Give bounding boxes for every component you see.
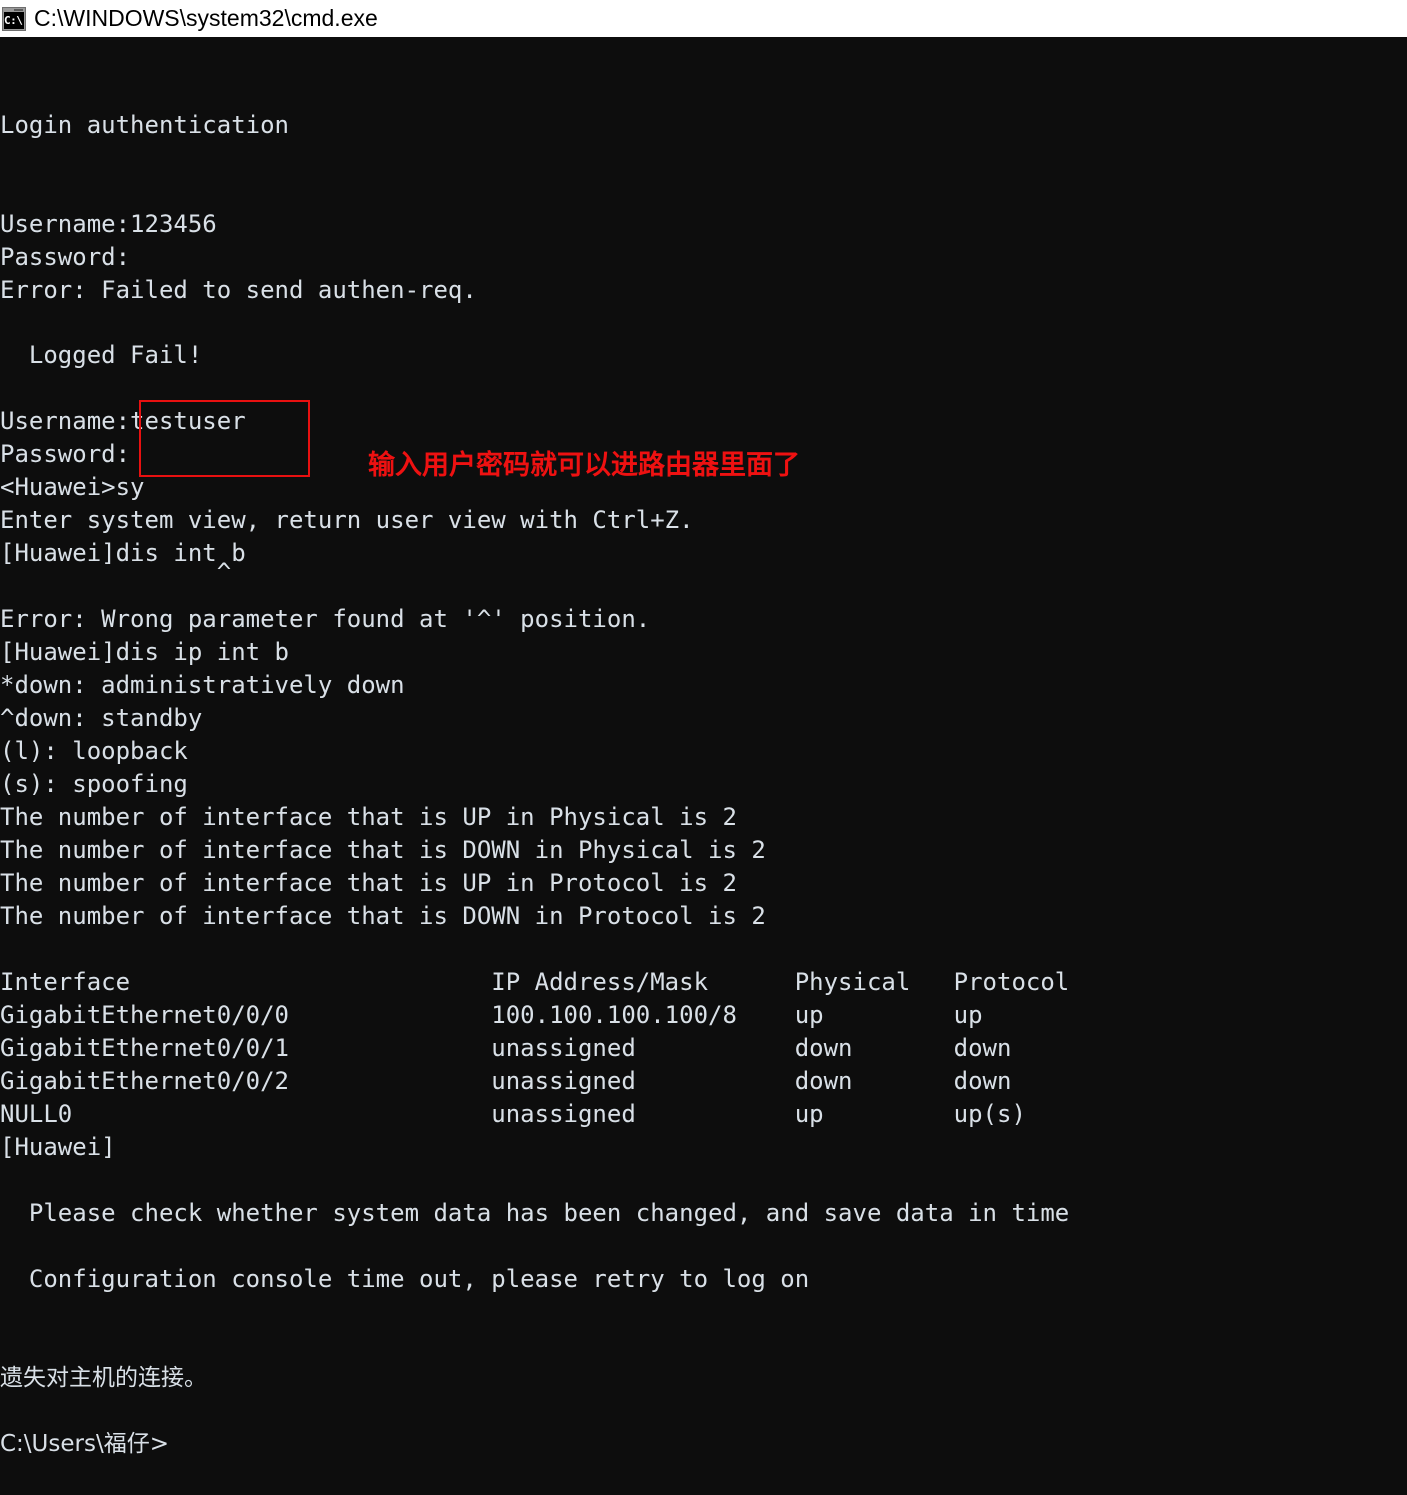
console-line: GigabitEthernet0/0/1 unassigned down dow… (0, 1034, 1012, 1062)
console-line: Password: (0, 243, 131, 271)
window-title: C:\WINDOWS\system32\cmd.exe (34, 5, 378, 31)
console-line: [Huawei] (0, 1133, 116, 1161)
console-line: (s): spoofing (0, 770, 188, 798)
cmd-icon-strip (14, 8, 23, 11)
console-line: Password: (0, 440, 131, 468)
console-line: <Huawei>sy (0, 473, 145, 501)
annotation-note-text: 输入用户密码就可以进路由器里面了 (368, 450, 800, 481)
console-line: NULL0 unassigned up up(s) (0, 1100, 1026, 1128)
console-line: Interface IP Address/Mask Physical Proto… (0, 968, 1070, 996)
console-line: ^ (0, 558, 232, 586)
console-line: The number of interface that is DOWN in … (0, 902, 766, 930)
cmd-icon[interactable]: C:\. (2, 6, 26, 31)
console-line: Username:123456 (0, 210, 217, 238)
console-line: 遗失对主机的连接。 (0, 1365, 207, 1391)
console-line: The number of interface that is UP in Pr… (0, 869, 737, 897)
console-line: The number of interface that is DOWN in … (0, 836, 766, 864)
console-line: Please check whether system data has bee… (0, 1199, 1070, 1227)
window-titlebar[interactable]: C:\. C:\WINDOWS\system32\cmd.exe (0, 0, 1407, 37)
console-line: Error: Failed to send authen-req. (0, 276, 477, 304)
console-line: GigabitEthernet0/0/0 100.100.100.100/8 u… (0, 1001, 983, 1029)
console-line: (l): loopback (0, 737, 188, 765)
console-line: Configuration console time out, please r… (0, 1265, 810, 1293)
console-line: Enter system view, return user view with… (0, 506, 694, 534)
console-line: Login authentication (0, 111, 289, 139)
console-line: Logged Fail! (0, 341, 203, 369)
cmd-icon-glyph: C:\. (4, 11, 24, 29)
console-line: GigabitEthernet0/0/2 unassigned down dow… (0, 1067, 1012, 1095)
console-output-area[interactable]: Login authentication Username:123456 Passw… (0, 37, 1407, 1495)
console-line: *down: administratively down (0, 671, 405, 699)
console-line: ^down: standby (0, 704, 203, 732)
console-line: Error: Wrong parameter found at '^' posi… (0, 605, 651, 633)
console-line: C:\Users\福仔> (0, 1431, 169, 1457)
console-line: Username:testuser (0, 407, 246, 435)
console-line: The number of interface that is UP in Ph… (0, 803, 737, 831)
console-line: [Huawei]dis ip int b (0, 638, 289, 666)
